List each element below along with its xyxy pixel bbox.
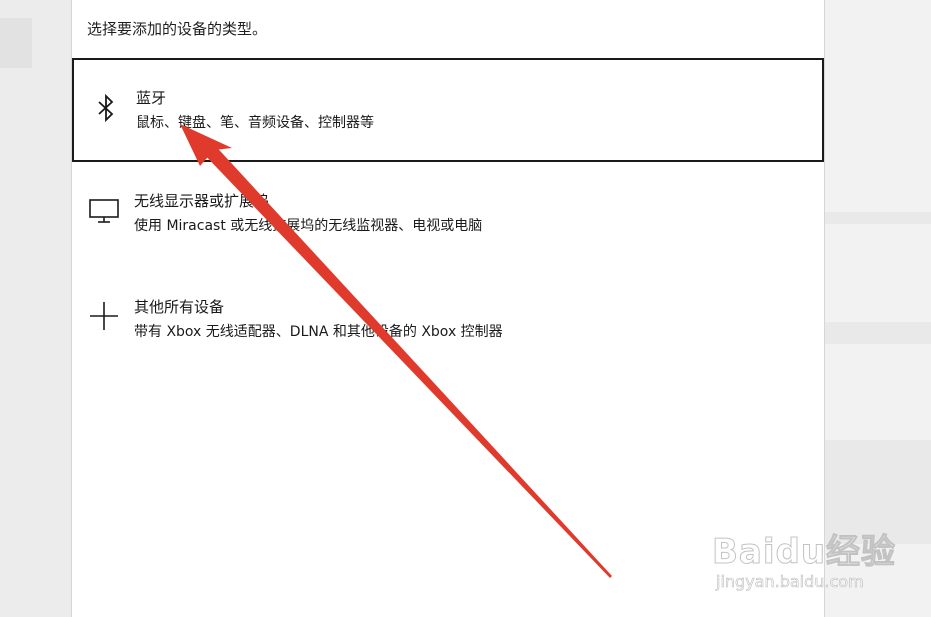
background-left (0, 0, 72, 617)
background-divider (824, 212, 931, 224)
dialog-instruction: 选择要添加的设备的类型。 (87, 20, 268, 38)
bluetooth-icon (98, 93, 114, 123)
option-description: 使用 Miracast 或无线扩展坞的无线监视器、电视或电脑 (134, 218, 483, 234)
option-title: 其他所有设备 (134, 298, 225, 316)
watermark-url: jingyan.baidu.com (716, 572, 864, 592)
watermark: Baidu经验 jingyan.baidu.com (711, 524, 922, 600)
background-panel-strip (0, 18, 32, 68)
background-divider (824, 322, 931, 344)
option-bluetooth[interactable]: 蓝牙 鼠标、键盘、笔、音频设备、控制器等 (72, 58, 824, 162)
option-wireless-display[interactable]: 无线显示器或扩展坞 使用 Miracast 或无线扩展坞的无线监视器、电视或电脑 (72, 162, 824, 266)
option-title: 蓝牙 (136, 89, 167, 107)
watermark-brand: Baidu经验 (711, 532, 897, 573)
option-description: 带有 Xbox 无线适配器、DLNA 和其他设备的 Xbox 控制器 (134, 324, 503, 340)
option-description: 鼠标、键盘、笔、音频设备、控制器等 (136, 115, 374, 131)
option-title: 无线显示器或扩展坞 (134, 192, 270, 210)
plus-icon (90, 302, 118, 330)
option-other-devices[interactable]: 其他所有设备 带有 Xbox 无线适配器、DLNA 和其他设备的 Xbox 控制… (72, 268, 824, 372)
monitor-icon (89, 199, 119, 223)
